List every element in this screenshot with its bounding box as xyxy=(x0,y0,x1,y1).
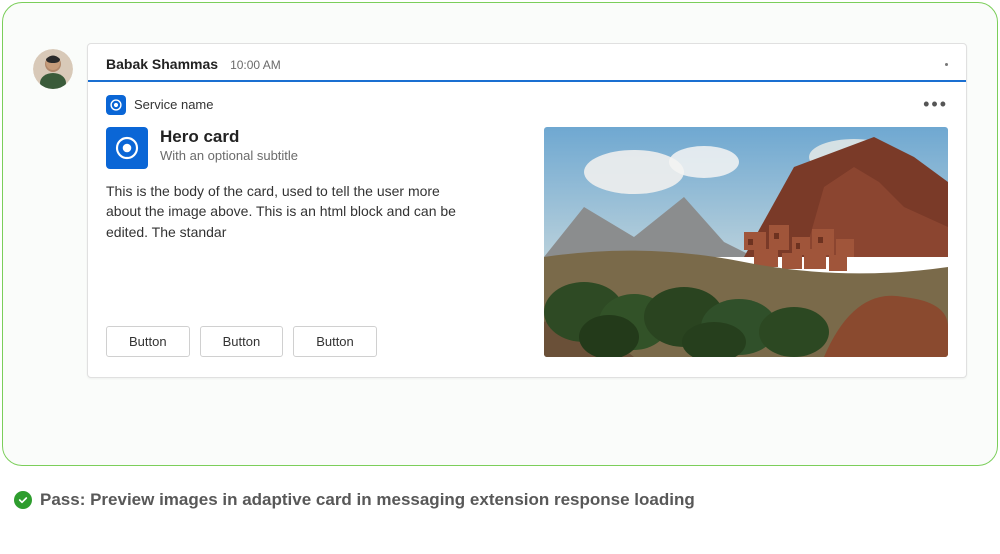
hero-subtitle: With an optional subtitle xyxy=(160,148,298,163)
card-button-1[interactable]: Button xyxy=(106,326,190,357)
message-row: Babak Shammas 10:00 AM Service name ••• xyxy=(33,43,967,378)
service-name: Service name xyxy=(134,97,213,112)
card-left-column: Hero card With an optional subtitle This… xyxy=(106,127,522,357)
more-options-icon[interactable]: ••• xyxy=(923,94,948,115)
avatar xyxy=(33,49,73,89)
example-frame: Babak Shammas 10:00 AM Service name ••• xyxy=(2,2,998,466)
card-body: Hero card With an optional subtitle This… xyxy=(106,127,948,357)
service-row: Service name ••• xyxy=(106,94,948,115)
header-dot xyxy=(945,63,948,66)
hero-header: Hero card With an optional subtitle xyxy=(106,127,522,169)
card-header: Babak Shammas 10:00 AM xyxy=(88,44,966,82)
timestamp: 10:00 AM xyxy=(230,58,281,72)
hero-title: Hero card xyxy=(160,127,298,147)
hero-icon xyxy=(106,127,148,169)
adaptive-card: Babak Shammas 10:00 AM Service name ••• xyxy=(87,43,967,378)
card-button-3[interactable]: Button xyxy=(293,326,377,357)
check-circle-icon xyxy=(14,491,32,509)
card-body-text: This is the body of the card, used to te… xyxy=(106,181,466,242)
button-row: Button Button Button xyxy=(106,326,522,357)
card-button-2[interactable]: Button xyxy=(200,326,284,357)
card-preview-image xyxy=(544,127,948,357)
status-text: Pass: Preview images in adaptive card in… xyxy=(40,490,695,510)
sender-name: Babak Shammas xyxy=(106,56,218,72)
service-icon xyxy=(106,95,126,115)
status-line: Pass: Preview images in adaptive card in… xyxy=(0,468,1000,510)
card-inner: Service name ••• Hero card With an optio… xyxy=(88,82,966,377)
